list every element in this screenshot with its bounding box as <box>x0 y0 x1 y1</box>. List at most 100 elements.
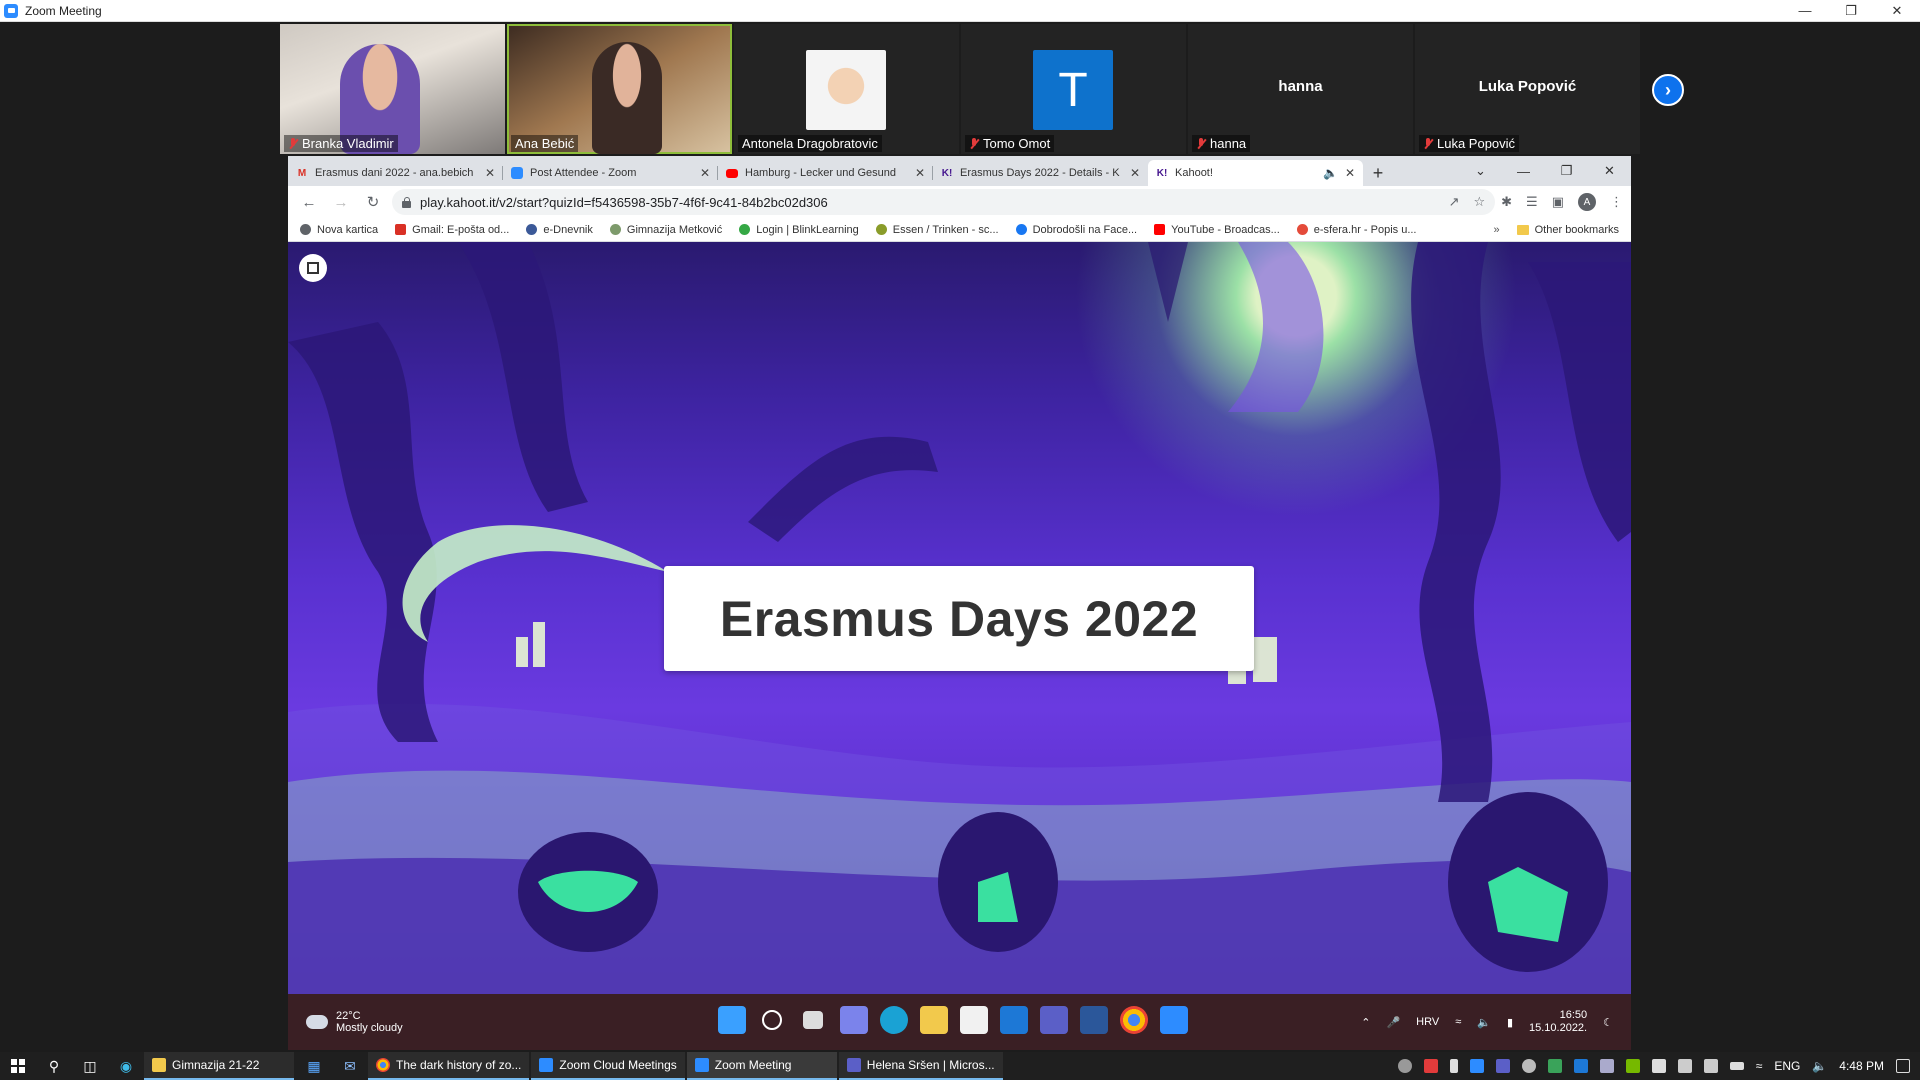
shield-icon[interactable] <box>1547 1059 1562 1073</box>
clock-time[interactable]: 4:48 PM <box>1839 1059 1884 1073</box>
battery-icon[interactable] <box>1729 1062 1744 1070</box>
nvidia-icon[interactable] <box>1625 1059 1640 1073</box>
other-bookmarks[interactable]: Other bookmarks <box>1516 224 1619 236</box>
store-icon[interactable]: ▦ <box>296 1058 332 1075</box>
mail-icon[interactable]: ✉ <box>332 1058 368 1075</box>
wifi-icon[interactable]: ≈ <box>1455 1016 1461 1028</box>
forward-icon[interactable]: → <box>328 194 354 211</box>
search-icon[interactable]: ⚲ <box>36 1058 72 1075</box>
tray-chevron-icon[interactable]: ⌃ <box>1361 1016 1370 1029</box>
media-control-icon[interactable]: ☰ <box>1526 194 1538 210</box>
bookmarks-overflow-icon[interactable]: » <box>1494 224 1500 236</box>
bookmark-item[interactable]: YouTube - Broadcas... <box>1154 224 1280 236</box>
next-page-arrow-icon[interactable]: › <box>1652 74 1684 106</box>
volume-icon[interactable]: 🔈 <box>1812 1059 1827 1073</box>
tab-close-icon[interactable]: ✕ <box>700 166 710 180</box>
participant-tile[interactable]: hanna hanna <box>1188 24 1413 154</box>
tab-close-icon[interactable]: ✕ <box>485 166 495 180</box>
browser-tab[interactable]: K! Erasmus Days 2022 - Details - K ✕ <box>933 160 1148 186</box>
bookmark-item[interactable]: Essen / Trinken - sc... <box>875 224 999 236</box>
close-icon[interactable]: ✕ <box>1874 0 1920 21</box>
edge-icon[interactable]: ◉ <box>108 1058 144 1075</box>
browser-tab-active[interactable]: K! Kahoot! 🔈 ✕ <box>1148 160 1363 186</box>
menu-icon[interactable]: ⋮ <box>1610 194 1623 210</box>
browser-tab[interactable]: Post Attendee - Zoom ✕ <box>503 160 718 186</box>
search-icon[interactable] <box>762 1010 782 1030</box>
new-tab-button[interactable]: + <box>1363 160 1393 186</box>
taskbar-item-active[interactable]: Zoom Meeting <box>686 1052 837 1080</box>
address-bar[interactable]: play.kahoot.it/v2/start?quizId=f5436598-… <box>392 189 1496 215</box>
input-language[interactable]: HRV <box>1416 1016 1439 1028</box>
teams-tray-icon[interactable] <box>1495 1059 1510 1073</box>
task-view-icon[interactable]: ◫ <box>72 1058 108 1075</box>
extensions-icon[interactable]: ✱ <box>1501 194 1512 210</box>
bookmark-star-icon[interactable]: ☆ <box>1473 194 1485 210</box>
share-icon[interactable]: ↗ <box>1449 194 1460 210</box>
display-icon[interactable] <box>1703 1059 1718 1073</box>
tab-search-icon[interactable]: ⌄ <box>1459 163 1502 179</box>
reload-icon[interactable]: ↻ <box>360 193 386 211</box>
participant-tile-active-speaker[interactable]: Ana Bebić <box>507 24 732 154</box>
task-view-icon[interactable] <box>803 1011 823 1029</box>
app-b-icon[interactable] <box>1423 1059 1438 1073</box>
clock[interactable]: 16:50 15.10.2022. <box>1529 1009 1587 1035</box>
bluetooth-icon[interactable] <box>1573 1059 1588 1073</box>
tab-close-icon[interactable]: ✕ <box>915 166 925 180</box>
bookmark-item[interactable]: Dobrodošli na Face... <box>1015 224 1137 236</box>
taskbar-item[interactable]: Gimnazija 21-22 <box>144 1052 294 1080</box>
participant-tile[interactable]: Antonela Dragobratovic <box>734 24 959 154</box>
word-icon[interactable] <box>1080 1006 1108 1034</box>
focus-assist-icon[interactable]: ☾ <box>1603 1016 1613 1029</box>
participant-tile[interactable]: Luka Popović Luka Popović <box>1415 24 1640 154</box>
file-explorer-icon[interactable] <box>920 1006 948 1034</box>
app-tray-icon[interactable] <box>1651 1059 1666 1073</box>
side-panel-icon[interactable]: ▣ <box>1552 194 1564 210</box>
speaker-icon[interactable]: 🔈 <box>1323 166 1338 180</box>
close-icon[interactable]: ✕ <box>1588 163 1631 179</box>
participant-tile[interactable]: T Tomo Omot <box>961 24 1186 154</box>
participant-tile[interactable]: Branka Vladimir <box>280 24 505 154</box>
edge-icon[interactable] <box>880 1006 908 1034</box>
restore-icon[interactable]: ❐ <box>1545 163 1588 179</box>
minimize-icon[interactable]: — <box>1502 164 1545 179</box>
wifi-icon[interactable]: ≈ <box>1756 1059 1763 1073</box>
restore-icon[interactable]: ❐ <box>1828 0 1874 21</box>
bookmark-item[interactable]: Gimnazija Metković <box>609 224 722 236</box>
taskbar-item[interactable]: Zoom Cloud Meetings <box>531 1052 685 1080</box>
microphone-icon[interactable]: 🎤 <box>1386 1016 1400 1029</box>
taskbar-item[interactable]: Helena Sršen | Micros... <box>838 1052 1003 1080</box>
bookmark-item[interactable]: e-sfera.hr - Popis u... <box>1296 224 1417 236</box>
security-icon[interactable] <box>1397 1059 1412 1073</box>
store-icon[interactable] <box>960 1006 988 1034</box>
zoom-tray-icon[interactable] <box>1469 1059 1484 1073</box>
bookmark-item[interactable]: Nova kartica <box>300 224 378 236</box>
chrome-icon[interactable] <box>1120 1006 1148 1034</box>
microphone-icon[interactable] <box>1449 1059 1458 1073</box>
mail-icon[interactable] <box>1000 1006 1028 1034</box>
bookmark-item[interactable]: Login | BlinkLearning <box>739 224 859 236</box>
start-button[interactable] <box>0 1059 36 1073</box>
teams-icon[interactable] <box>1040 1006 1068 1034</box>
taskbar-item[interactable]: The dark history of zo... <box>368 1052 530 1080</box>
notifications-icon[interactable] <box>1896 1059 1910 1073</box>
bookmark-item[interactable]: Gmail: E-pošta od... <box>395 224 509 236</box>
back-icon[interactable]: ← <box>296 194 322 211</box>
minimize-icon[interactable]: — <box>1782 0 1828 21</box>
profile-avatar[interactable]: A <box>1578 193 1596 211</box>
zoom-icon[interactable] <box>1160 1006 1188 1034</box>
network-icon[interactable] <box>1677 1059 1692 1073</box>
settings-icon[interactable] <box>1521 1059 1536 1073</box>
battery-icon[interactable]: ▮ <box>1507 1016 1513 1029</box>
volume-icon[interactable]: 🔈 <box>1477 1016 1491 1029</box>
browser-tab[interactable]: Hamburg - Lecker und Gesund ✕ <box>718 160 933 186</box>
weather-widget[interactable]: 22°C Mostly cloudy <box>306 1010 403 1034</box>
input-language[interactable]: ENG <box>1774 1059 1800 1073</box>
teams-chat-icon[interactable] <box>840 1006 868 1034</box>
onedrive-icon[interactable] <box>1599 1059 1614 1073</box>
fullscreen-button[interactable] <box>299 254 327 282</box>
tab-close-icon[interactable]: ✕ <box>1345 166 1355 180</box>
browser-tab[interactable]: M Erasmus dani 2022 - ana.bebich ✕ <box>288 160 503 186</box>
windows-start-icon[interactable] <box>718 1006 746 1034</box>
tab-close-icon[interactable]: ✕ <box>1130 166 1140 180</box>
bookmark-item[interactable]: e-Dnevnik <box>526 224 593 236</box>
